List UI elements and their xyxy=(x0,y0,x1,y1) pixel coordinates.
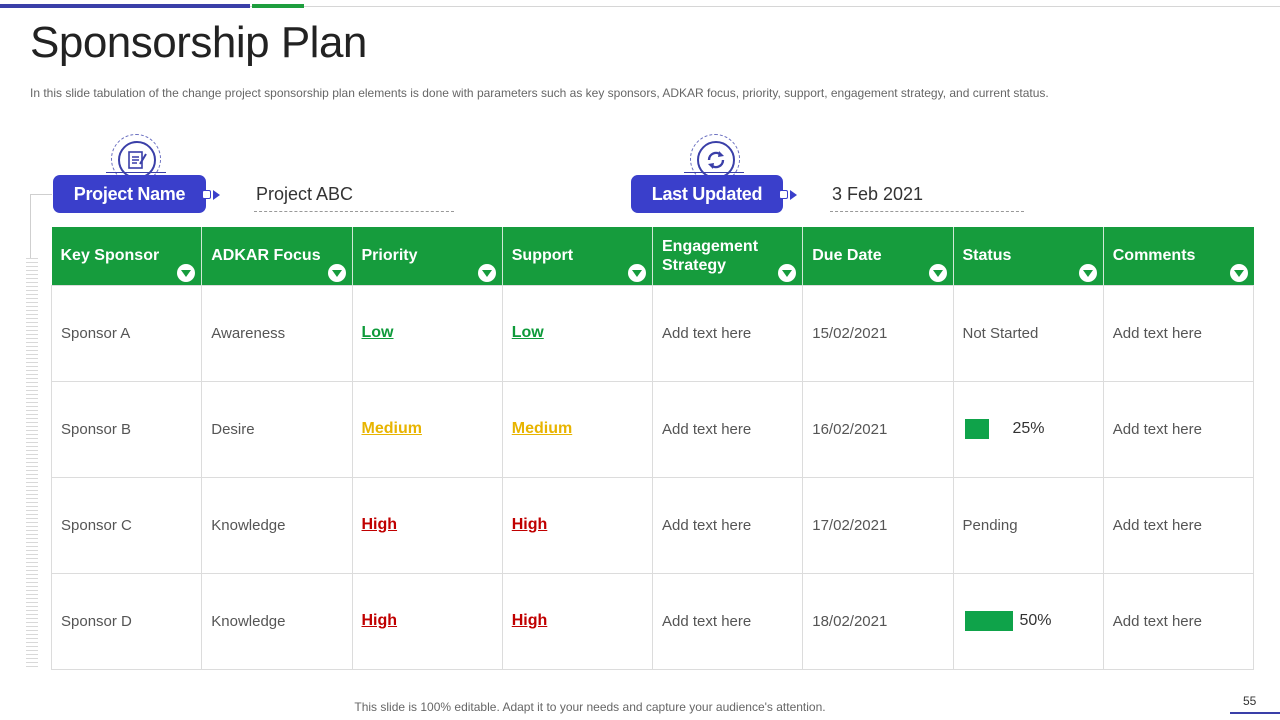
cell-focus[interactable]: Knowledge xyxy=(201,476,353,574)
checklist-icon xyxy=(118,141,156,179)
cell-due-date[interactable]: 15/02/2021 xyxy=(802,284,954,382)
update-pill-connector xyxy=(779,190,788,199)
cell-due-date[interactable]: 17/02/2021 xyxy=(802,476,954,574)
left-rail-connector xyxy=(30,194,31,258)
status-progress: 25% xyxy=(963,419,1094,439)
project-name-value[interactable]: Project ABC xyxy=(256,184,353,205)
project-pill-arrow xyxy=(213,190,220,200)
priority-badge[interactable]: Low xyxy=(362,324,394,341)
header-comments[interactable]: Comments xyxy=(1103,227,1254,285)
cell-sponsor[interactable]: Sponsor C xyxy=(50,476,203,574)
support-badge[interactable]: High xyxy=(512,612,548,629)
page-number-underline xyxy=(1230,712,1280,714)
last-updated-underline xyxy=(830,211,1024,212)
project-name-underline xyxy=(254,211,454,212)
accent-bar-green xyxy=(252,4,304,8)
project-name-pill: Project Name xyxy=(53,175,206,213)
header-status[interactable]: Status xyxy=(953,227,1104,285)
table-row: Sponsor A Awareness Low Low Add text her… xyxy=(50,284,1255,382)
chevron-down-icon[interactable] xyxy=(477,263,496,282)
accent-bar-blue xyxy=(0,4,250,8)
support-badge[interactable]: High xyxy=(512,516,548,533)
header-key-sponsor[interactable]: Key Sponsor xyxy=(51,227,203,285)
chevron-down-icon[interactable] xyxy=(1078,263,1097,282)
header-engagement-strategy[interactable]: Engagement Strategy xyxy=(652,227,804,285)
cell-status[interactable]: 50% xyxy=(952,572,1104,670)
priority-badge[interactable]: High xyxy=(362,516,398,533)
last-updated-pill: Last Updated xyxy=(631,175,783,213)
table-header-row: Key Sponsor ADKAR Focus Priority Support… xyxy=(51,227,1254,285)
status-progress: 50% xyxy=(963,611,1094,631)
cell-sponsor[interactable]: Sponsor B xyxy=(50,380,203,478)
project-pill-connector xyxy=(202,190,211,199)
left-rail xyxy=(26,258,38,668)
cell-strategy[interactable]: Add text here xyxy=(651,476,804,574)
cell-sponsor[interactable]: Sponsor D xyxy=(50,572,203,670)
header-due-date[interactable]: Due Date xyxy=(802,227,954,285)
slide-title: Sponsorship Plan xyxy=(30,18,367,67)
header-adkar-focus[interactable]: ADKAR Focus xyxy=(201,227,353,285)
cell-strategy[interactable]: Add text here xyxy=(651,284,804,382)
last-updated-value[interactable]: 3 Feb 2021 xyxy=(832,184,923,205)
cell-due-date[interactable]: 16/02/2021 xyxy=(802,380,954,478)
cell-priority[interactable]: High xyxy=(351,572,503,670)
cell-comments[interactable]: Add text here xyxy=(1102,572,1255,670)
progress-fill xyxy=(964,611,1013,631)
cell-comments[interactable]: Add text here xyxy=(1102,476,1255,574)
update-pill-arrow xyxy=(790,190,797,200)
cell-comments[interactable]: Add text here xyxy=(1102,284,1255,382)
cell-priority[interactable]: High xyxy=(351,476,503,574)
priority-badge[interactable]: High xyxy=(362,612,398,629)
cell-support[interactable]: High xyxy=(501,572,654,670)
cell-focus[interactable]: Knowledge xyxy=(201,572,353,670)
header-priority[interactable]: Priority xyxy=(352,227,503,285)
cell-support[interactable]: Low xyxy=(501,284,654,382)
left-rail-connector-h xyxy=(30,194,52,195)
sponsorship-table: Key Sponsor ADKAR Focus Priority Support… xyxy=(50,227,1255,670)
progress-percent: 50% xyxy=(1019,612,1052,629)
cell-strategy[interactable]: Add text here xyxy=(651,380,804,478)
cell-focus[interactable]: Awareness xyxy=(201,284,353,382)
table-row: Sponsor C Knowledge High High Add text h… xyxy=(50,476,1255,574)
cell-priority[interactable]: Low xyxy=(351,284,503,382)
cell-strategy[interactable]: Add text here xyxy=(651,572,804,670)
cell-support[interactable]: High xyxy=(501,476,654,574)
cell-status[interactable]: 25% xyxy=(952,380,1104,478)
support-badge[interactable]: Low xyxy=(512,324,544,341)
chevron-down-icon[interactable] xyxy=(628,263,646,282)
slide-footer: This slide is 100% editable. Adapt it to… xyxy=(354,700,826,714)
cell-comments[interactable]: Add text here xyxy=(1102,380,1255,478)
support-badge[interactable]: Medium xyxy=(512,420,572,437)
chevron-down-icon[interactable] xyxy=(928,263,947,282)
update-icon-base xyxy=(684,172,744,173)
cell-focus[interactable]: Desire xyxy=(201,380,353,478)
project-icon-base xyxy=(106,172,166,173)
chevron-down-icon[interactable] xyxy=(778,263,797,282)
chevron-down-icon[interactable] xyxy=(177,263,196,282)
chevron-down-icon[interactable] xyxy=(1229,263,1248,282)
refresh-icon xyxy=(697,141,735,179)
progress-percent: 25% xyxy=(1012,420,1045,437)
page-number: 55 xyxy=(1243,694,1257,708)
cell-due-date[interactable]: 18/02/2021 xyxy=(802,572,954,670)
cell-priority[interactable]: Medium xyxy=(351,380,503,478)
table-row: Sponsor D Knowledge High High Add text h… xyxy=(50,572,1255,670)
progress-fill xyxy=(964,419,989,439)
cell-support[interactable]: Medium xyxy=(501,380,654,478)
slide-subtitle: In this slide tabulation of the change p… xyxy=(30,86,1049,100)
cell-status[interactable]: Pending xyxy=(952,476,1104,574)
cell-status[interactable]: Not Started xyxy=(952,284,1104,382)
header-support[interactable]: Support xyxy=(502,227,654,285)
priority-badge[interactable]: Medium xyxy=(362,420,422,437)
table-row: Sponsor B Desire Medium Medium Add text … xyxy=(50,380,1255,478)
chevron-down-icon[interactable] xyxy=(327,263,346,282)
cell-sponsor[interactable]: Sponsor A xyxy=(50,284,203,382)
